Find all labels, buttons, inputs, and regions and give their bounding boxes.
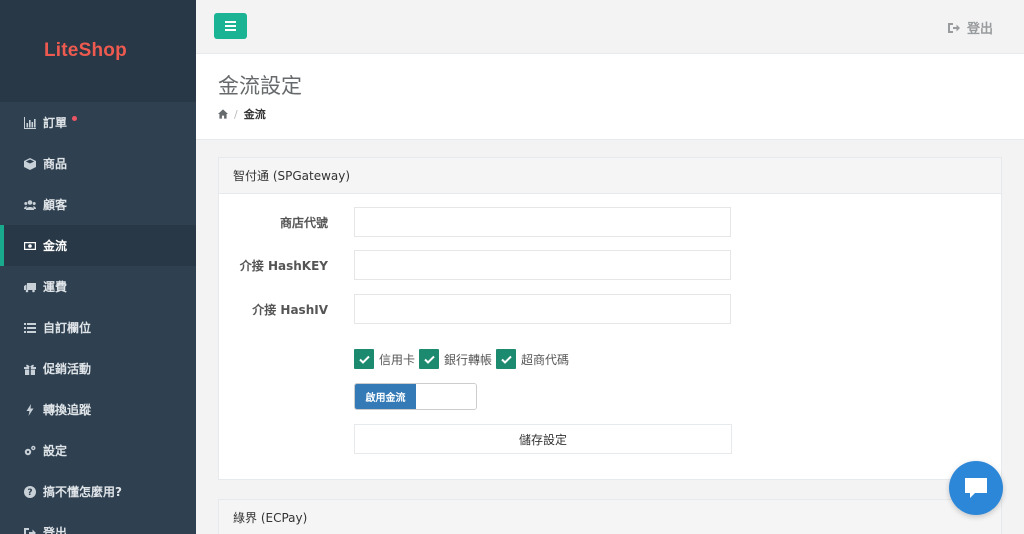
- sidebar-item-label: 設定: [43, 444, 68, 458]
- question-icon: ?: [23, 485, 37, 499]
- sidebar-item-label: 促銷活動: [43, 362, 92, 376]
- ecpay-panel: 綠界 (ECPay): [218, 499, 1002, 534]
- sidebar-item-label: 顧客: [43, 198, 68, 212]
- menu-toggle-button[interactable]: [214, 13, 247, 39]
- sidebar-item-label: 運費: [43, 280, 68, 294]
- checkbox-checked-icon[interactable]: [419, 349, 440, 369]
- brand-header: LiteShop: [0, 0, 196, 102]
- sidebar-item-payment[interactable]: 金流: [0, 225, 196, 266]
- brand-logo[interactable]: LiteShop: [44, 40, 127, 62]
- breadcrumb: / 金流: [218, 106, 266, 122]
- checkbox-checked-icon[interactable]: [496, 349, 517, 369]
- toggle-handle[interactable]: [416, 384, 476, 409]
- checkbox-credit-card[interactable]: 信用卡: [354, 349, 415, 369]
- payment-methods: 信用卡 銀行轉帳 超商代碼: [354, 349, 573, 369]
- sidebar-item-label: 自訂欄位: [43, 321, 92, 335]
- money-icon: [23, 239, 37, 253]
- gift-icon: [23, 362, 37, 376]
- hashkey-input[interactable]: [354, 250, 731, 280]
- sidebar: LiteShop 訂單 商品 顧客 金流 運費 自訂欄位 促銷活動 轉換追蹤 設…: [0, 0, 196, 534]
- checkbox-convenience-store[interactable]: 超商代碼: [496, 349, 569, 369]
- users-icon: [23, 198, 37, 212]
- bar-chart-icon: [23, 116, 37, 130]
- sidebar-item-logout[interactable]: 登出: [0, 512, 196, 534]
- top-navbar: 登出: [196, 0, 1024, 54]
- sidebar-item-promotions[interactable]: 促銷活動: [0, 348, 196, 389]
- sidebar-item-label: 訂單: [43, 116, 68, 130]
- store-id-label: 商店代號: [279, 215, 328, 230]
- checkbox-checked-icon[interactable]: [354, 349, 374, 369]
- sidebar-item-shipping[interactable]: 運費: [0, 266, 196, 307]
- store-id-input[interactable]: [354, 207, 731, 237]
- sidebar-item-customers[interactable]: 顧客: [0, 184, 196, 225]
- list-icon: [23, 321, 37, 335]
- svg-text:?: ?: [27, 488, 32, 498]
- hashiv-label: 介接 HashIV: [252, 302, 328, 317]
- hashkey-label: 介接 HashKEY: [239, 258, 328, 273]
- truck-icon: [23, 280, 37, 294]
- hamburger-icon: [225, 21, 236, 31]
- sidebar-nav: 訂單 商品 顧客 金流 運費 自訂欄位 促銷活動 轉換追蹤 設定 ? 搞不懂怎麼…: [0, 102, 196, 534]
- spgateway-panel: 智付通 (SPGateway) 商店代號 介接 HashKEY 介接 HashI…: [218, 157, 1002, 480]
- panel-heading: 綠界 (ECPay): [219, 500, 1001, 534]
- notification-dot: [72, 116, 78, 121]
- sidebar-item-custom-fields[interactable]: 自訂欄位: [0, 307, 196, 348]
- sidebar-item-help[interactable]: ? 搞不懂怎麼用?: [0, 471, 196, 512]
- save-settings-button[interactable]: 儲存設定: [354, 424, 732, 454]
- sidebar-item-label: 搞不懂怎麼用?: [43, 485, 122, 499]
- sidebar-item-label: 金流: [43, 239, 68, 253]
- cogs-icon: [23, 444, 37, 458]
- sidebar-item-label: 商品: [43, 157, 68, 171]
- panel-heading: 智付通 (SPGateway): [219, 158, 1001, 194]
- hashkey-row: 介接 HashKEY: [219, 250, 328, 280]
- sidebar-item-label: 轉換追蹤: [43, 403, 92, 417]
- cube-icon: [23, 157, 37, 171]
- hashiv-row: 介接 HashIV: [219, 294, 328, 324]
- sign-out-icon: [947, 22, 960, 33]
- toggle-on-label: 啟用金流: [355, 384, 416, 409]
- logout-label: 登出: [966, 22, 993, 37]
- sidebar-item-label: 登出: [43, 526, 68, 534]
- sidebar-item-conversion-tracking[interactable]: 轉換追蹤: [0, 389, 196, 430]
- home-icon[interactable]: [218, 109, 228, 119]
- logout-link[interactable]: 登出: [947, 18, 993, 37]
- checkbox-label: 超商代碼: [521, 352, 570, 367]
- chat-bubble-icon: [965, 478, 987, 498]
- sidebar-item-orders[interactable]: 訂單: [0, 102, 196, 143]
- checkbox-bank-transfer[interactable]: 銀行轉帳: [419, 349, 492, 369]
- checkbox-label: 銀行轉帳: [444, 352, 493, 367]
- checkbox-label: 信用卡: [379, 352, 416, 367]
- page-heading: 金流設定 / 金流: [196, 54, 1024, 140]
- sign-out-icon: [23, 526, 37, 534]
- page-title: 金流設定: [218, 74, 302, 98]
- breadcrumb-separator: /: [234, 107, 238, 121]
- sidebar-item-products[interactable]: 商品: [0, 143, 196, 184]
- enable-payment-toggle[interactable]: 啟用金流: [354, 383, 477, 410]
- bolt-icon: [23, 403, 37, 417]
- chat-button[interactable]: [949, 461, 1003, 515]
- breadcrumb-current: 金流: [243, 108, 266, 121]
- hashiv-input[interactable]: [354, 294, 731, 324]
- sidebar-item-settings[interactable]: 設定: [0, 430, 196, 471]
- store-id-row: 商店代號: [219, 207, 328, 237]
